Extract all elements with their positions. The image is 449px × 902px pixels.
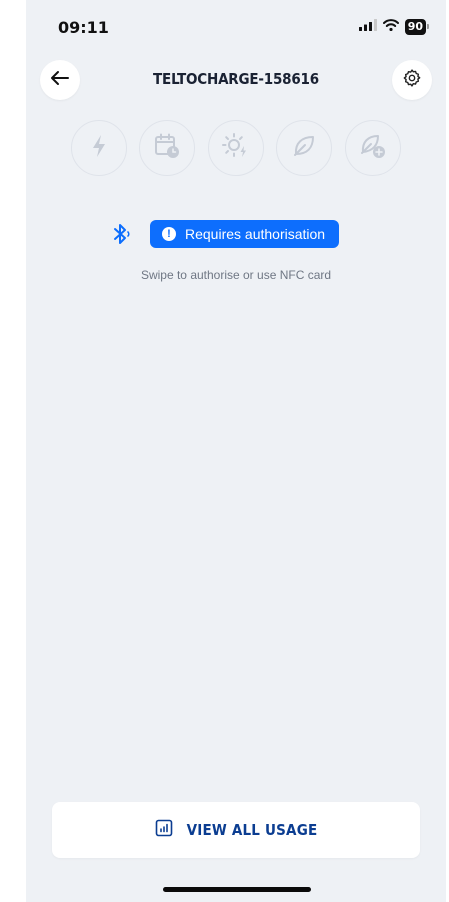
bluetooth-icon [112,223,132,250]
leaf-icon [291,133,317,164]
mode-instant-button[interactable] [71,120,127,176]
authorisation-row: ! Requires authorisation [26,220,446,248]
mode-eco-button[interactable] [276,120,332,176]
authorisation-hint: Swipe to authorise or use NFC card [140,268,332,282]
signal-icon [358,18,377,36]
charge-mode-selector [71,120,401,180]
status-bar: 09:11 90 [26,0,446,60]
page-title: TELTOCHARGE-158616 [153,70,319,88]
status-time: 09:11 [58,18,109,37]
authorisation-status-badge[interactable]: ! Requires authorisation [150,220,340,248]
mode-scheduled-button[interactable] [139,120,195,176]
view-all-usage-label: VIEW ALL USAGE [186,821,318,839]
sun-lightning-icon [222,132,250,165]
top-bar: TELTOCHARGE-158616 [26,58,446,102]
wifi-icon [382,18,399,36]
calendar-clock-icon [153,132,181,165]
leaf-plus-icon [359,132,387,165]
home-indicator[interactable] [163,887,311,892]
exclamation-icon: ! [162,227,176,241]
view-all-usage-button[interactable]: VIEW ALL USAGE [52,802,420,858]
lightning-icon [88,133,110,164]
authorisation-status-label: Requires authorisation [185,226,326,242]
settings-button[interactable] [392,60,432,100]
chart-icon [155,819,173,842]
gear-icon [402,68,422,93]
app-screen: 09:11 90 TELTOCHARGE-158616 ! Requires a… [26,0,446,902]
status-icons: 90 [358,18,430,36]
battery-indicator: 90 [404,19,430,35]
mode-eco-plus-button[interactable] [345,120,401,176]
mode-solar-button[interactable] [208,120,264,176]
